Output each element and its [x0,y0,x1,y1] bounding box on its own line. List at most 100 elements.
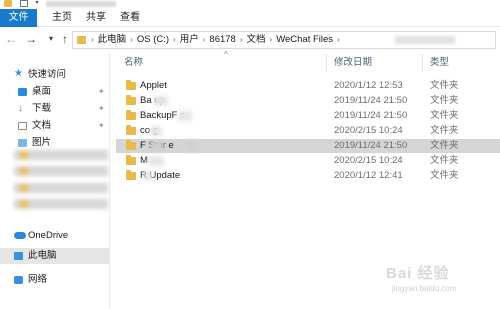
blurred-row [14,183,108,193]
nav-label: 文档 [32,120,52,131]
column-divider[interactable] [326,54,327,72]
chevron-right-icon[interactable]: › [203,32,206,48]
nav-this-pc[interactable]: 此电脑 [0,248,110,264]
up-arrow-icon[interactable]: ↑ [58,31,72,47]
file-type: 文件夹 [430,155,459,166]
network-icon [14,276,23,284]
nav-label: 快速访问 [28,69,67,80]
file-date: 2020/1/12 12:53 [334,80,403,91]
file-date: 2019/11/24 21:50 [334,110,408,121]
column-divider[interactable] [422,54,423,72]
file-name: M [140,155,148,166]
list-item[interactable]: Applet 2020/1/12 12:53 文件夹 [116,79,500,93]
blurred-row [14,199,108,209]
folder-icon [126,125,136,135]
watermark-logo: Bai 经验 [386,265,450,282]
address-bar[interactable]: › 此电脑 › OS (C:) › 用户 › 86178 › 文档 › WeCh… [72,31,496,49]
navigation-row: ← → ▾ ↑ › 此电脑 › OS (C:) › 用户 › 86178 › 文… [0,28,500,52]
breadcrumb-this-pc[interactable]: 此电脑 [98,32,127,48]
list-item[interactable]: M 2020/2/15 10:24 文件夹 [116,154,500,168]
chevron-right-icon[interactable]: › [173,32,176,48]
watermark-url: jingyan.baidu.com [392,284,457,293]
column-header-date[interactable]: 修改日期 [334,56,372,70]
pin-icon[interactable]: ✦ [98,84,105,100]
blurred-nav-items [14,150,109,230]
nav-item-desktop[interactable]: 桌面 ✦ [0,84,110,100]
star-icon: ★ [14,68,23,79]
nav-label: 桌面 [32,86,52,97]
file-type: 文件夹 [430,110,459,121]
folder-icon [126,110,136,120]
blur-smudge [150,126,162,136]
nav-item-documents[interactable]: 文档 ✦ [0,118,110,134]
tab-file[interactable]: 文件 [0,9,37,27]
folder-icon [77,36,86,44]
blur-smudge [186,141,196,151]
tab-home[interactable]: 主页 [44,9,80,27]
navigation-pane: ★ 快速访问 桌面 ✦ ↓ 下载 ✦ 文档 ✦ 图片 OneDrive 此电脑 … [0,52,110,309]
breadcrumb-documents[interactable]: 文档 [247,32,266,48]
file-type: 文件夹 [430,95,459,106]
folder-icon [126,95,136,105]
file-date: 2020/2/15 10:24 [334,125,403,136]
list-item[interactable]: BackupF s 2019/11/24 21:50 文件夹 [116,109,500,123]
recent-locations-chevron-icon[interactable]: ▾ [44,31,58,47]
breadcrumb-wechat-files[interactable]: WeChat Files [276,32,333,48]
nav-quick-access[interactable]: ★ 快速访问 [0,67,110,83]
pin-icon[interactable]: ✦ [98,118,105,134]
nav-label: 下载 [32,103,52,114]
chevron-right-icon[interactable]: › [240,32,243,48]
column-header-type[interactable]: 类型 [430,56,449,70]
sort-caret-icon: ^ [224,50,228,59]
breadcrumb-users[interactable]: 用户 [180,32,199,48]
download-icon: ↓ [18,103,23,114]
folder-icon [126,80,136,90]
list-item[interactable]: co g 2020/2/15 10:24 文件夹 [116,124,500,138]
file-type: 文件夹 [430,80,459,91]
chevron-right-icon[interactable]: › [130,32,133,48]
tab-view[interactable]: 查看 [112,9,148,27]
checkbox-icon[interactable] [20,0,28,7]
nav-network[interactable]: 网络 [0,272,110,288]
chevron-right-icon[interactable]: › [337,32,340,48]
tab-share[interactable]: 共享 [78,9,114,27]
file-type: 文件夹 [430,170,459,181]
breadcrumb-drive-c[interactable]: OS (C:) [137,32,169,48]
nav-label: OneDrive [28,230,69,241]
breadcrumb: › 此电脑 › OS (C:) › 用户 › 86178 › 文档 › WeCh… [89,32,342,48]
blur-smudge [178,111,192,121]
list-item[interactable]: R Update 2020/1/12 12:41 文件夹 [116,169,500,183]
forward-arrow-icon[interactable]: → [24,31,38,47]
folder-icon [126,170,136,180]
file-date: 2019/11/24 21:50 [334,95,408,106]
column-header-name[interactable]: 名称 [124,56,143,70]
file-type: 文件夹 [430,140,459,151]
chevron-right-icon[interactable]: › [270,32,273,48]
blur-smudge [148,156,164,166]
folder-icon [4,0,12,7]
quick-access-dropdown-icon[interactable]: ▾ [34,0,40,7]
back-arrow-icon[interactable]: ← [4,31,18,47]
blurred-row [14,166,108,176]
blur-smudge [144,171,152,181]
title-bar: ▾ [0,0,500,9]
nav-onedrive[interactable]: OneDrive [0,228,110,244]
nav-item-downloads[interactable]: ↓ 下载 ✦ [0,101,110,117]
file-date: 2020/1/12 12:41 [334,170,403,181]
file-date: 2020/2/15 10:24 [334,155,403,166]
file-date: 2019/11/24 21:50 [334,140,408,151]
nav-label: 图片 [32,137,52,148]
chevron-right-icon[interactable]: › [91,32,94,48]
list-item[interactable]: Ba up 2019/11/24 21:50 文件夹 [116,94,500,108]
baidu-watermark: Bai 经验 jingyan.baidu.com [386,262,496,302]
ribbon-tabs: 文件 主页 共享 查看 [0,9,500,27]
blurred-breadcrumb [395,36,455,44]
list-item-selected[interactable]: F Stor e 2019/11/24 21:50 文件夹 [116,139,500,153]
breadcrumb-user[interactable]: 86178 [209,32,235,48]
nav-item-pictures[interactable]: 图片 [0,135,110,151]
file-type: 文件夹 [430,125,459,136]
file-name: Applet [140,80,167,91]
cloud-icon [14,232,26,239]
computer-icon [14,252,23,260]
pin-icon[interactable]: ✦ [98,101,105,117]
